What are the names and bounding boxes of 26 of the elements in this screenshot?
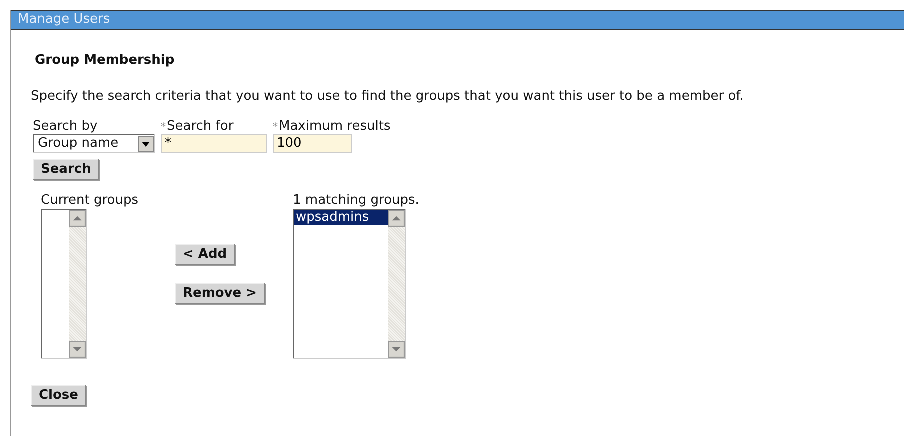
remove-button[interactable]: Remove > (175, 283, 266, 304)
current-groups-list[interactable] (41, 209, 87, 359)
scrollbar[interactable] (388, 210, 405, 358)
add-button[interactable]: < Add (175, 244, 236, 265)
required-mark: * (273, 122, 278, 132)
scroll-down-icon[interactable] (69, 341, 86, 358)
field-label: Search by (33, 120, 99, 134)
maximum-results-field[interactable]: 100 (273, 134, 352, 153)
required-mark: * (161, 122, 166, 132)
list-option[interactable]: wpsadmins (294, 210, 388, 225)
description-text: Specify the search criteria that you want to use to find the groups that you want this user to be a member of. (31, 89, 745, 104)
field-label: Search for (167, 120, 234, 134)
search-for-field[interactable]: * (161, 134, 267, 153)
search-button[interactable]: Search (33, 159, 100, 180)
close-button[interactable]: Close (31, 385, 86, 406)
matching-groups-list[interactable]: wpsadmins (293, 209, 406, 359)
search-by-dropdown[interactable]: Group name (33, 134, 155, 153)
list-label: 1 matching groups. (293, 194, 420, 208)
scroll-up-icon[interactable] (69, 210, 86, 227)
field-label: Maximum results (279, 120, 391, 134)
list-label: Current groups (41, 194, 140, 208)
window-title: Manage Users (11, 10, 904, 30)
section-heading: Group Membership (35, 53, 176, 68)
scrollbar[interactable] (69, 210, 86, 358)
scroll-down-icon[interactable] (388, 341, 405, 358)
scroll-up-icon[interactable] (388, 210, 405, 227)
